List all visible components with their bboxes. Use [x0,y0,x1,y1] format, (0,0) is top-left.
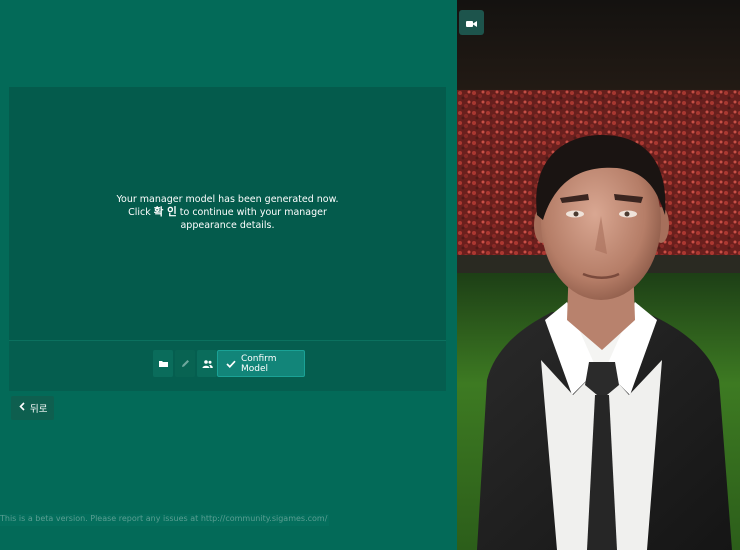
editor-pane: Your manager model has been generated no… [0,0,457,550]
folder-icon [158,360,168,367]
people-button[interactable] [197,350,217,377]
confirm-model-label: Confirm Model [241,353,277,374]
model-panel: Your manager model has been generated no… [9,87,446,391]
manager-3d-preview [457,0,740,550]
edit-model-button[interactable] [175,350,195,377]
panel-body: Your manager model has been generated no… [9,87,446,341]
generation-message: Your manager model has been generated no… [9,193,446,232]
model-preview-viewport[interactable] [457,0,740,550]
model-toolbar: Confirm Model [9,341,446,391]
message-line-1: Your manager model has been generated no… [116,194,339,205]
camera-button[interactable] [459,10,484,35]
video-camera-icon [466,13,477,32]
confirm-model-button[interactable]: Confirm Model [217,350,305,377]
chevron-left-icon [19,402,25,414]
message-continue-text: to continue with your manager [179,207,327,218]
message-click-text: Click [128,207,151,218]
checkmark-icon [226,360,236,368]
beta-notice: This is a beta version. Please report an… [0,514,330,526]
pencil-icon [181,359,190,368]
message-line-2: Click 확 인 to continue with your manager [9,206,446,219]
load-model-button[interactable] [153,350,173,377]
message-line-3: appearance details. [180,220,275,231]
back-label: 뒤로 [30,404,48,415]
back-button[interactable]: 뒤로 [11,396,54,420]
people-icon [202,359,213,368]
message-confirm-keyword: 확 인 [153,206,177,218]
